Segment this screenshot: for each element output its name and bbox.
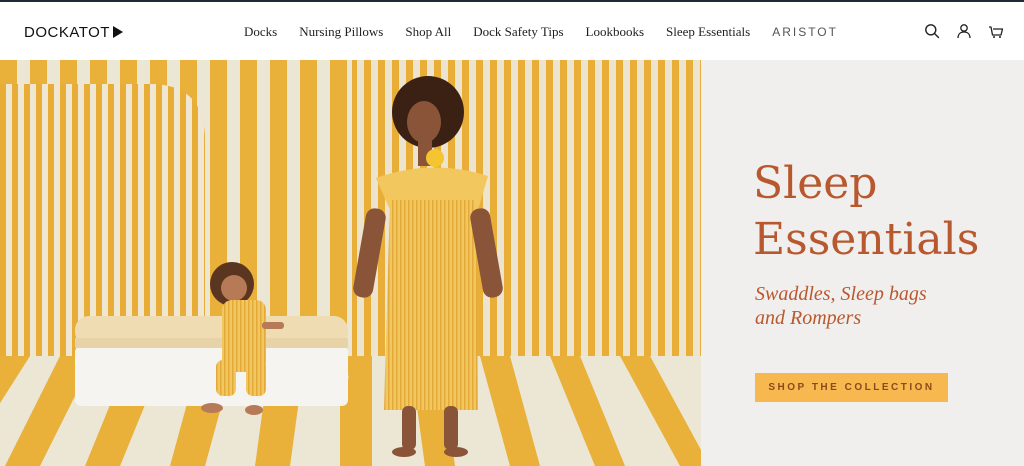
nav-aristot[interactable]: ARISTOT xyxy=(772,25,838,39)
hero-banner: Sleep Essentials Swaddles, Sleep bags an… xyxy=(0,60,1024,466)
nav-shop-all[interactable]: Shop All xyxy=(405,24,451,40)
shop-collection-button[interactable]: SHOP THE COLLECTION xyxy=(755,373,948,402)
main-nav: Docks Nursing Pillows Shop All Dock Safe… xyxy=(244,22,838,42)
nav-docks[interactable]: Docks xyxy=(244,24,277,40)
header-icons xyxy=(924,22,1004,40)
site-header: DOCKATOT Docks Nursing Pillows Shop All … xyxy=(0,2,1024,60)
nav-sleep-essentials[interactable]: Sleep Essentials xyxy=(666,24,750,40)
search-icon[interactable] xyxy=(924,23,940,39)
hero-title-line-1: Sleep xyxy=(753,158,878,209)
hero-title-line-2: Essentials xyxy=(753,214,980,265)
nav-nursing-pillows[interactable]: Nursing Pillows xyxy=(299,24,383,40)
cart-icon[interactable] xyxy=(988,23,1004,39)
hero-subtitle: Swaddles, Sleep bags and Rompers xyxy=(755,282,995,330)
hero-text-panel: Sleep Essentials Swaddles, Sleep bags an… xyxy=(701,60,1024,466)
account-icon[interactable] xyxy=(956,23,972,39)
hero-subtitle-line-1: Swaddles, Sleep bags xyxy=(755,283,927,305)
logo-play-icon xyxy=(112,26,123,38)
hero-subtitle-line-2: and Rompers xyxy=(755,307,862,329)
dockatot-logo[interactable]: DOCKATOT xyxy=(24,20,123,44)
hero-photo xyxy=(0,60,701,466)
nav-dock-safety-tips[interactable]: Dock Safety Tips xyxy=(473,24,563,40)
logo-text: DOCKATOT xyxy=(24,23,110,41)
nav-lookbooks[interactable]: Lookbooks xyxy=(586,24,645,40)
